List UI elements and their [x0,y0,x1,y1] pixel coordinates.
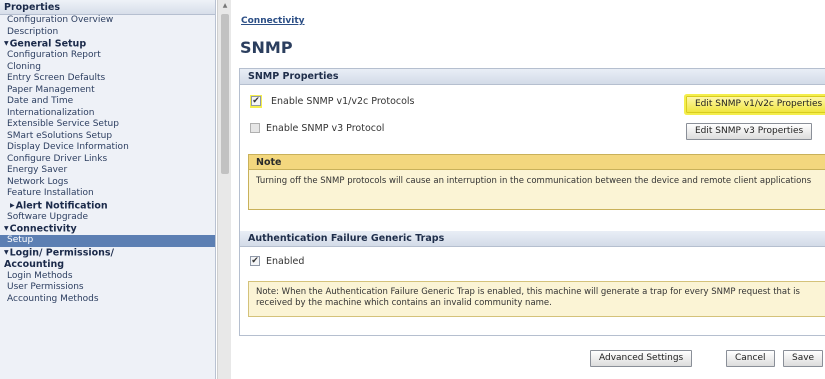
sidebar-item-configure-driver-links[interactable]: Configure Driver Links [0,154,215,166]
sidebar-section-accounting: Accounting [4,258,65,270]
sidebar-item-software-upgrade[interactable]: Software Upgrade [0,212,215,224]
sidebar-item-setup[interactable]: Setup [0,235,215,247]
caret-down-icon: ▼ [4,40,9,47]
sidebar-item-login-methods[interactable]: Login Methods [0,271,215,283]
sidebar-item-alert-notification[interactable]: ▶Alert Notification [0,200,215,212]
note-header: Note [249,155,825,170]
caret-down-icon: ▼ [4,248,9,256]
sidebar-section-label: Alert Notification [15,200,108,211]
sidebar-item-smart-esolutions-setup[interactable]: SMart eSolutions Setup [0,131,215,143]
sidebar-section-login-permissions[interactable]: ▼Login/ Permissions/ [0,247,215,259]
snmp-v1v2c-label: Enable SNMP v1/v2c Protocols [271,96,415,107]
cancel-button[interactable]: Cancel [726,350,775,367]
save-button[interactable]: Save [783,350,824,367]
sidebar-item-cloning[interactable]: Cloning [0,62,215,74]
sidebar-item-configuration-report[interactable]: Configuration Report [0,50,215,62]
sidebar-header: Properties [0,0,215,15]
sidebar-item-display-device-information[interactable]: Display Device Information [0,142,215,154]
sidebar-section-label: General Setup [9,38,87,50]
scrollbar-thumb[interactable] [221,14,229,174]
page-title: SNMP [240,38,293,57]
auth-traps-enabled-checkbox[interactable]: ✔ [250,255,260,266]
auth-traps-note-text: Note: When the Authentication Failure Ge… [256,287,800,308]
snmp-properties-header: SNMP Properties [240,69,825,85]
snmp-panel: SNMP Properties ✔ Enable SNMP v1/v2c Pro… [239,68,825,336]
edit-snmp-v1v2c-button[interactable]: Edit SNMP v1/v2c Properties [686,96,825,113]
scroll-up-arrow-icon[interactable]: ▲ [220,2,230,10]
sidebar-item-extensible-service-setup[interactable]: Extensible Service Setup [0,119,215,131]
snmp-v3-label: Enable SNMP v3 Protocol [266,123,385,134]
snmp-v3-checkbox[interactable] [250,122,260,133]
edit-snmp-v3-button[interactable]: Edit SNMP v3 Properties [686,123,813,140]
sidebar-item-internationalization[interactable]: Internationalization [0,108,215,120]
sidebar-item-entry-screen-defaults[interactable]: Entry Screen Defaults [0,73,215,85]
auth-traps-enabled-row: ✔ Enabled [250,255,304,269]
auth-traps-enabled-label: Enabled [266,256,305,267]
sidebar-item-paper-management[interactable]: Paper Management [0,85,215,97]
caret-right-icon: ▶ [10,201,15,209]
advanced-settings-button[interactable]: Advanced Settings [590,350,693,367]
sidebar-item-feature-installation[interactable]: Feature Installation [0,188,215,200]
main-content: Connectivity SNMP SNMP Properties ✔ Enab… [231,0,825,379]
auth-traps-header: Authentication Failure Generic Traps [240,231,825,247]
sidebar-item-date-and-time[interactable]: Date and Time [0,96,215,108]
sidebar-section-connectivity[interactable]: ▼Connectivity [0,223,215,235]
snmp-v1v2c-checkbox[interactable]: ✔ [251,95,261,106]
sidebar-item-energy-saver[interactable]: Energy Saver [0,165,215,177]
snmp-note-box: Note Turning off the SNMP protocols will… [248,154,825,210]
sidebar-scrollbar[interactable]: ▲ [217,0,231,379]
sidebar-section-label: Connectivity [9,223,77,235]
sidebar-nav: Properties Configuration Overview Descri… [0,0,216,379]
snmp-v1v2c-row: ✔ Enable SNMP v1/v2c Protocols [250,95,415,109]
sidebar-section-general-setup[interactable]: ▼General Setup [0,38,215,50]
sidebar-section-label: Login/ Permissions/ [9,247,115,258]
sidebar-item-user-permissions[interactable]: User Permissions [0,282,215,294]
sidebar-item-network-logs[interactable]: Network Logs [0,177,215,189]
sidebar-item-description[interactable]: Description [0,27,215,39]
caret-down-icon: ▼ [4,225,9,232]
breadcrumb-connectivity-link[interactable]: Connectivity [241,16,305,26]
note-text: Turning off the SNMP protocols will caus… [256,176,812,186]
snmp-v3-row: Enable SNMP v3 Protocol [250,122,384,136]
sidebar-item-configuration-overview[interactable]: Configuration Overview [0,15,215,27]
checkbox-highlight: ✔ [250,95,262,108]
auth-traps-note-box: Note: When the Authentication Failure Ge… [248,281,825,317]
sidebar-item-accounting-methods[interactable]: Accounting Methods [0,294,215,306]
